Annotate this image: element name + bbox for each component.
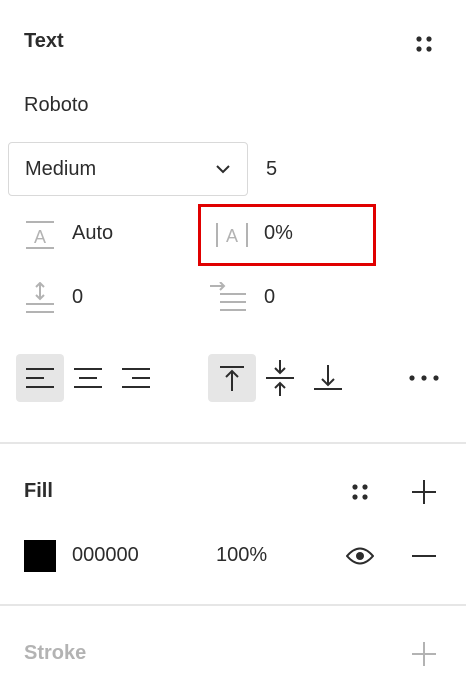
align-left-icon (26, 368, 54, 388)
minus-icon (412, 555, 436, 557)
stroke-section-title: Stroke (24, 642, 87, 664)
align-center-button[interactable] (64, 354, 112, 402)
add-stroke-button[interactable] (406, 636, 442, 672)
line-height-icon: A (26, 221, 54, 249)
align-right-button[interactable] (112, 354, 160, 402)
grid-dots-icon (416, 36, 432, 52)
font-weight-select[interactable]: Medium (8, 142, 248, 196)
more-options-button[interactable] (404, 362, 444, 394)
align-top-icon (220, 366, 244, 391)
fill-section-title: Fill (24, 480, 53, 502)
align-middle-icon (266, 360, 294, 396)
remove-fill-button[interactable] (406, 538, 442, 574)
plus-icon (412, 642, 436, 666)
font-family-value[interactable]: Roboto (24, 94, 89, 117)
text-styles-button[interactable] (406, 26, 442, 62)
svg-text:A: A (34, 227, 46, 247)
align-right-icon (122, 368, 150, 388)
align-center-icon (74, 368, 102, 388)
fill-opacity-value[interactable]: 100% (216, 544, 267, 567)
section-divider (0, 604, 466, 606)
chevron-down-icon (216, 165, 230, 174)
plus-icon (412, 480, 436, 504)
paragraph-spacing-value[interactable]: 0 (72, 286, 83, 309)
fill-color-swatch[interactable] (24, 540, 56, 572)
font-weight-value: Medium (25, 157, 97, 180)
fill-hex-value[interactable]: 000000 (72, 544, 139, 567)
grid-dots-icon (352, 484, 368, 500)
align-left-button[interactable] (16, 354, 64, 402)
section-divider (0, 442, 466, 444)
align-middle-button[interactable] (256, 354, 304, 402)
text-section-title: Text (24, 30, 64, 52)
paragraph-indent-value[interactable]: 0 (264, 286, 275, 309)
more-horizontal-icon (409, 375, 439, 381)
svg-text:A: A (226, 226, 238, 246)
align-top-button[interactable] (208, 354, 256, 402)
align-bottom-button[interactable] (304, 354, 352, 402)
line-height-value[interactable]: Auto (72, 222, 113, 245)
paragraph-indent-icon (210, 282, 246, 311)
fill-visibility-button[interactable] (342, 538, 378, 574)
letter-spacing-icon: A (216, 223, 248, 247)
add-fill-button[interactable] (406, 474, 442, 510)
font-size-value[interactable]: 5 (266, 158, 277, 181)
eye-icon (346, 547, 374, 565)
align-bottom-icon (314, 365, 342, 390)
fill-styles-button[interactable] (342, 474, 378, 510)
paragraph-spacing-icon (26, 282, 54, 313)
letter-spacing-value[interactable]: 0% (264, 222, 293, 245)
